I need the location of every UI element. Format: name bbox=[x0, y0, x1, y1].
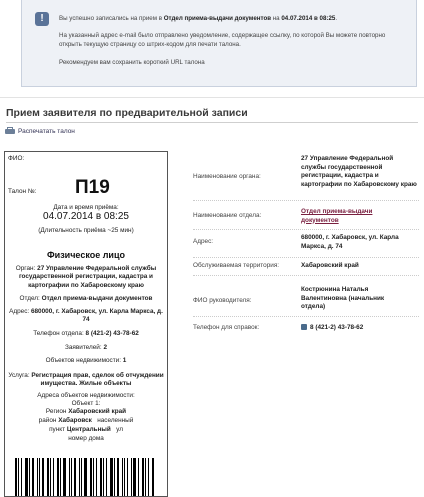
organ-label: Наименование органа: bbox=[193, 173, 261, 180]
info-icon: ! bbox=[35, 12, 49, 26]
organ: Орган: 27 Управление Федеральной службы … bbox=[15, 265, 157, 289]
territory-label: Обслуживаемая территория: bbox=[193, 262, 280, 269]
district: район Хабаровск населенный bbox=[38, 417, 134, 424]
barcode-bar bbox=[131, 458, 133, 496]
barcode-bar bbox=[71, 458, 73, 496]
barcode-bar bbox=[38, 458, 40, 496]
barcode-bar bbox=[28, 458, 30, 496]
print-ticket-label: Распечатать талон bbox=[18, 127, 75, 135]
barcode-bar bbox=[145, 458, 147, 496]
barcode-bar bbox=[60, 458, 62, 496]
notice-line-3: Рекомендуем вам сохранить короткий URL т… bbox=[59, 59, 205, 66]
title-divider bbox=[6, 122, 418, 123]
phone-icon bbox=[301, 324, 307, 330]
duration: (Длительность приёма ~25 мин) bbox=[38, 227, 134, 234]
barcode-bar bbox=[81, 458, 83, 496]
section-title: Физическое лицо bbox=[46, 250, 125, 260]
row-divider bbox=[193, 275, 419, 276]
barcode bbox=[15, 458, 155, 496]
fio-label: ФИО: bbox=[8, 155, 25, 162]
success-notice: ! Вы успешно записались на прием в Отдел… bbox=[21, 0, 417, 87]
barcode-bar bbox=[92, 458, 94, 496]
row-divider bbox=[193, 316, 419, 317]
phone-label: Телефон для справок: bbox=[193, 324, 260, 331]
talon-number: П19 bbox=[75, 177, 110, 198]
barcode-bar bbox=[109, 458, 113, 496]
dept-name-link[interactable]: Отдел приема-выдачи документов bbox=[301, 208, 372, 224]
barcode-bar bbox=[53, 458, 55, 496]
barcode-bar bbox=[41, 458, 44, 496]
barcode-bar bbox=[99, 458, 102, 496]
barcode-bar bbox=[133, 458, 137, 496]
notice-line-2: На указанный адрес e-mail было отправлен… bbox=[59, 32, 386, 48]
head-label: ФИО руководителя: bbox=[193, 297, 252, 304]
datetime-value: 04.07.2014 в 08:25 bbox=[43, 211, 129, 222]
barcode-bar bbox=[102, 458, 104, 496]
barcode-bar bbox=[152, 458, 155, 496]
barcode-bar bbox=[127, 458, 129, 496]
barcode-bar bbox=[63, 458, 67, 496]
notice-line-1: Вы успешно записались на прием в Отдел п… bbox=[59, 15, 338, 22]
divider bbox=[0, 97, 424, 98]
barcode-bar bbox=[50, 458, 52, 496]
head-value: Кострюнина Наталья Валентиновна (начальн… bbox=[301, 286, 385, 310]
house-number: номер дома bbox=[68, 435, 104, 442]
dept-name-label: Наименование отдела: bbox=[193, 212, 262, 219]
dept-name-value: Отдел приема-выдачи документов bbox=[301, 208, 391, 225]
address-label: Адрес: bbox=[193, 238, 214, 245]
objects-count: Объектов недвижимости: 1 bbox=[45, 357, 127, 364]
phone-value: 8 (421-2) 43-78-62 bbox=[301, 324, 419, 333]
applicants: Заявителей: 2 bbox=[64, 344, 107, 351]
row-divider bbox=[193, 229, 419, 230]
barcode-bar bbox=[142, 458, 145, 496]
barcode-bar bbox=[36, 458, 38, 496]
printer-icon bbox=[5, 127, 15, 135]
barcode-bar bbox=[17, 458, 19, 496]
barcode-bar bbox=[116, 458, 119, 496]
barcode-bar bbox=[24, 458, 28, 496]
barcode-bar bbox=[79, 458, 81, 496]
page-title: Прием заявителя по предварительной запис… bbox=[6, 107, 248, 119]
barcode-bar bbox=[121, 458, 124, 496]
settlement: пункт Центральный ул bbox=[49, 426, 123, 433]
territory-value: Хабаровский край bbox=[301, 262, 359, 269]
region: Регион Хабаровский край bbox=[45, 408, 127, 415]
barcode-bar bbox=[113, 458, 115, 496]
barcode-bar bbox=[46, 458, 50, 496]
barcode-bar bbox=[15, 458, 17, 496]
barcode-bar bbox=[148, 458, 150, 496]
barcode-bar bbox=[124, 458, 126, 496]
barcode-bar bbox=[31, 458, 34, 496]
row-divider bbox=[193, 200, 419, 201]
barcode-bar bbox=[89, 458, 92, 496]
ticket-address: Адрес: 680000, г. Хабаровск, ул. Карла М… bbox=[9, 308, 163, 324]
ticket: ФИО: Талон №: П19 Дата и время приёма: 0… bbox=[4, 151, 168, 497]
barcode-bar bbox=[57, 458, 60, 496]
barcode-bar bbox=[20, 458, 22, 496]
barcode-bar bbox=[84, 458, 87, 496]
service: Услуга: Регистрация прав, сделок об отчу… bbox=[8, 372, 164, 388]
dept-phone: Телефон отдела: 8 (421-2) 43-78-62 bbox=[33, 330, 139, 337]
dept: Отдел: Отдел приема-выдачи документов bbox=[19, 295, 153, 302]
talon-label: Талон №: bbox=[8, 188, 37, 195]
barcode-bar bbox=[138, 458, 140, 496]
barcode-bar bbox=[95, 458, 97, 496]
barcode-bar bbox=[74, 458, 77, 496]
row-divider bbox=[193, 257, 419, 258]
print-ticket-link[interactable]: Распечатать талон bbox=[5, 127, 75, 135]
barcode-bar bbox=[69, 458, 71, 496]
address-value: 680000, г. Хабаровск, ул. Карла Маркса, … bbox=[301, 234, 399, 250]
barcode-bar bbox=[105, 458, 107, 496]
organ-value: 27 Управление Федеральной службы государ… bbox=[301, 155, 417, 188]
